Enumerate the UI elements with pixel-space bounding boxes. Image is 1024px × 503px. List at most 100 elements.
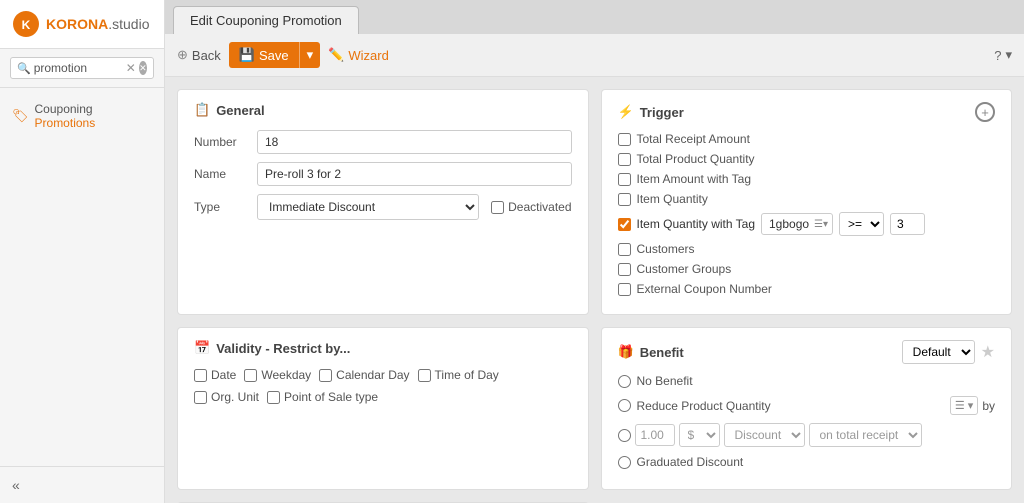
number-input[interactable] [257, 130, 572, 154]
graduated-discount-radio[interactable] [618, 456, 631, 469]
validity-calendar-day[interactable]: Calendar Day [319, 368, 409, 382]
sidebar-item-label: Couponing Promotions [35, 102, 152, 130]
benefit-reduce-product-qty: Reduce Product Quantity ☰ ▾ by [618, 396, 996, 415]
validity-weekday[interactable]: Weekday [244, 368, 311, 382]
trigger-card: ⚡ Trigger + Total Receipt Amount Total P… [601, 89, 1013, 315]
tab-bar: Edit Couponing Promotion [165, 0, 1024, 34]
benefit-no-benefit: No Benefit [618, 374, 996, 388]
main-content: Edit Couponing Promotion ⊕ Back 💾 Save ▾… [165, 0, 1024, 503]
logo-icon: K [12, 10, 40, 38]
trigger-item-qty: Item Quantity [618, 192, 996, 206]
trigger-item-amount-tag-checkbox[interactable] [618, 173, 631, 186]
list-icon: ☰ ▾ [950, 396, 978, 415]
tab-edit-couponing-promotion[interactable]: Edit Couponing Promotion [173, 6, 359, 34]
general-card-title: 📋 General [194, 102, 572, 118]
save-icon: 💾 [239, 47, 255, 63]
validity-point-of-sale[interactable]: Point of Sale type [267, 390, 378, 404]
trigger-card-title: ⚡ Trigger [618, 104, 684, 120]
star-button[interactable]: ★ [981, 342, 995, 362]
search-input[interactable] [34, 61, 124, 75]
trigger-customer-groups: Customer Groups [618, 262, 996, 276]
tag-icon: 🏷 [12, 108, 29, 124]
number-row: Number [194, 130, 572, 154]
operator-select[interactable]: >= > = < [839, 212, 884, 236]
trigger-add-button[interactable]: + [975, 102, 995, 122]
validity-icon: 📅 [194, 340, 210, 356]
reduce-product-qty-radio[interactable] [618, 399, 631, 412]
benefit-default-select[interactable]: Default [902, 340, 975, 364]
discount-type-select[interactable]: Discount [724, 423, 805, 447]
validity-time-of-day[interactable]: Time of Day [418, 368, 499, 382]
no-benefit-radio[interactable] [618, 375, 631, 388]
number-label: Number [194, 135, 249, 149]
name-input[interactable] [257, 162, 572, 186]
validity-time-of-day-checkbox[interactable] [418, 369, 431, 382]
wizard-label: Wizard [348, 48, 388, 63]
cancel-search-button[interactable]: ✕ [139, 61, 147, 75]
trigger-customer-groups-checkbox[interactable] [618, 263, 631, 276]
app-title: KORONA.studio [46, 16, 149, 32]
trigger-customers-checkbox[interactable] [618, 243, 631, 256]
trigger-item-qty-tag-checkbox[interactable] [618, 218, 631, 231]
save-label: Save [259, 48, 289, 63]
type-row: Type Immediate Discount Delayed Discount… [194, 194, 572, 220]
name-label: Name [194, 167, 249, 181]
validity-card: 📅 Validity - Restrict by... Date Weekday… [177, 327, 589, 490]
trigger-external-coupon-checkbox[interactable] [618, 283, 631, 296]
trigger-item-amount-tag: Item Amount with Tag [618, 172, 996, 186]
trigger-total-product-qty: Total Product Quantity [618, 152, 996, 166]
type-select[interactable]: Immediate Discount Delayed Discount Free… [257, 194, 479, 220]
sidebar-bottom: « [0, 466, 164, 503]
general-card: 📋 General Number Name Type Immediate Dis… [177, 89, 589, 315]
trigger-header: ⚡ Trigger + [618, 102, 996, 122]
benefit-header: 🎁 Benefit Default ★ [618, 340, 996, 364]
trigger-total-receipt-checkbox[interactable] [618, 133, 631, 146]
on-total-select[interactable]: on total receipt [809, 423, 922, 447]
tag-value: 1gbogo [766, 216, 812, 232]
collapse-sidebar-button[interactable]: « [12, 477, 20, 493]
trigger-icon: ⚡ [618, 104, 634, 120]
benefit-card-title: Benefit [640, 345, 684, 360]
clear-search-button[interactable]: ✕ [126, 61, 136, 75]
save-dropdown-button[interactable]: ▾ [299, 42, 321, 68]
benefit-discount-row: $ % Discount on total receipt [618, 423, 996, 447]
discount-currency-select[interactable]: $ % [679, 423, 720, 447]
sidebar-nav: 🏷 Couponing Promotions [0, 88, 164, 144]
validity-checkboxes: Date Weekday Calendar Day Time of Day Or… [194, 368, 572, 404]
search-area: 🔍 ✕ ✕ [0, 49, 164, 88]
trigger-external-coupon: External Coupon Number [618, 282, 996, 296]
discount-radio[interactable] [618, 429, 631, 442]
tag-dropdown-icon: ▾ [823, 219, 828, 230]
validity-calendar-day-checkbox[interactable] [319, 369, 332, 382]
deactivated-checkbox-label: Deactivated [491, 200, 571, 214]
reduce-controls: ☰ ▾ by [950, 396, 995, 415]
trigger-item-qty-checkbox[interactable] [618, 193, 631, 206]
validity-weekday-checkbox[interactable] [244, 369, 257, 382]
help-dropdown-icon: ▾ [1005, 47, 1012, 63]
validity-date-checkbox[interactable] [194, 369, 207, 382]
benefit-graduated-discount: Graduated Discount [618, 455, 996, 469]
threshold-input[interactable] [890, 213, 925, 235]
benefit-title-area: 🎁 Benefit [618, 344, 684, 360]
wizard-button[interactable]: ✏️ Wizard [328, 47, 389, 63]
validity-org-unit[interactable]: Org. Unit [194, 390, 259, 404]
validity-point-of-sale-checkbox[interactable] [267, 391, 280, 404]
deactivated-checkbox[interactable] [491, 201, 504, 214]
discount-amount-input[interactable] [635, 424, 675, 446]
benefit-icon: 🎁 [618, 344, 634, 360]
back-label: Back [192, 48, 221, 63]
tag-select-container: 1gbogo ☰ ▾ [761, 213, 833, 235]
sidebar-item-couponing-promotions[interactable]: 🏷 Couponing Promotions [0, 96, 164, 136]
validity-card-title: 📅 Validity - Restrict by... [194, 340, 572, 356]
validity-org-unit-checkbox[interactable] [194, 391, 207, 404]
back-button[interactable]: ⊕ Back [177, 47, 221, 63]
help-button[interactable]: ? [994, 48, 1001, 63]
toolbar: ⊕ Back 💾 Save ▾ ✏️ Wizard ? ▾ [165, 34, 1024, 77]
benefit-card: 🎁 Benefit Default ★ No Benefit Reduce Pr… [601, 327, 1013, 490]
sidebar: K KORONA.studio 🔍 ✕ ✕ 🏷 Couponing Promot… [0, 0, 165, 503]
trigger-total-product-qty-checkbox[interactable] [618, 153, 631, 166]
validity-date[interactable]: Date [194, 368, 236, 382]
save-button[interactable]: 💾 Save ▾ [229, 42, 320, 68]
type-label: Type [194, 200, 249, 214]
logo-area: K KORONA.studio [0, 0, 164, 49]
